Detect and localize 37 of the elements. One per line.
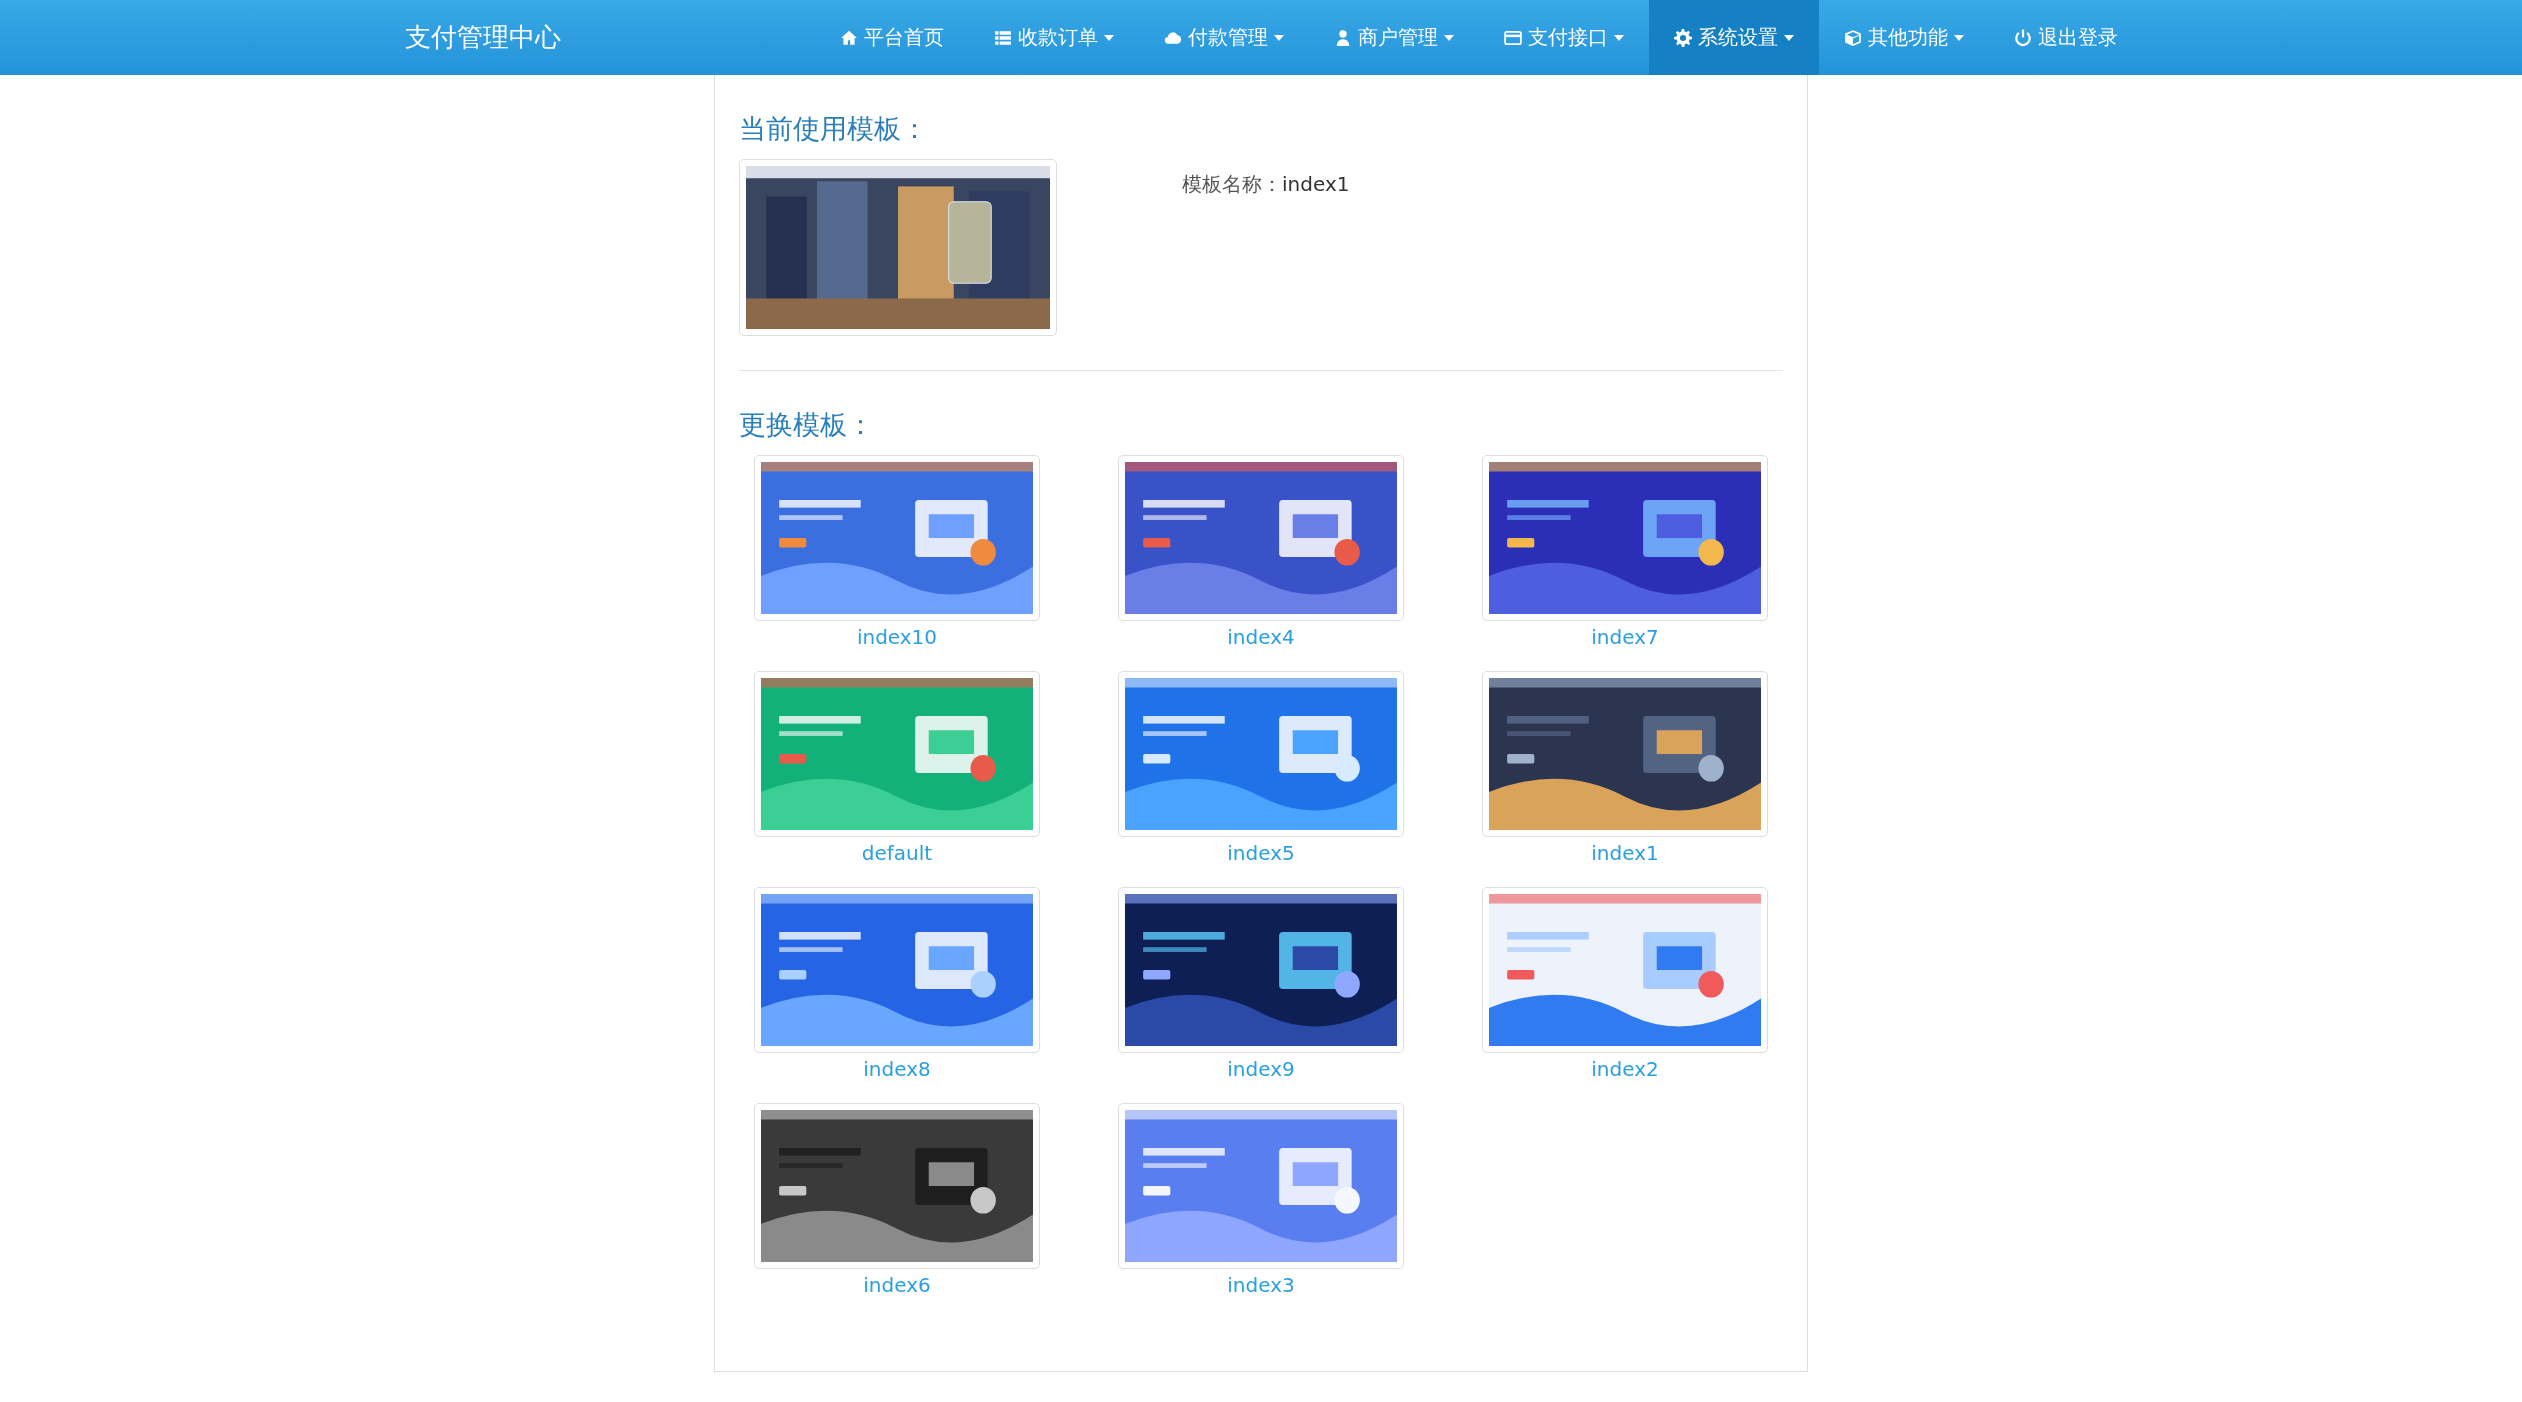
nav-menu-item[interactable]: 其他功能 — [1819, 0, 1989, 75]
template-link[interactable]: default — [861, 841, 933, 865]
template-link[interactable]: index3 — [1227, 1273, 1295, 1297]
nav-menu-item[interactable]: 支付接口 — [1479, 0, 1649, 75]
template-name-label: 模板名称： — [1182, 172, 1282, 196]
nav-menu-item[interactable]: 付款管理 — [1139, 0, 1309, 75]
list-icon — [994, 28, 1012, 47]
nav-menu-item[interactable]: 商户管理 — [1309, 0, 1479, 75]
power-icon — [2014, 28, 2032, 47]
template-link[interactable]: index6 — [863, 1273, 931, 1297]
caret-icon — [1614, 34, 1624, 41]
template-link[interactable]: index7 — [1591, 625, 1659, 649]
caret-icon — [1274, 34, 1284, 41]
template-name: index1 — [1282, 172, 1350, 196]
template-link[interactable]: index10 — [856, 625, 938, 649]
caret-icon — [1954, 34, 1964, 41]
home-icon — [840, 28, 858, 47]
nav-menu-item[interactable]: 收款订单 — [969, 0, 1139, 75]
caret-icon — [1784, 34, 1794, 41]
settings-icon — [1674, 28, 1692, 47]
brand-title: 支付管理中心 — [404, 21, 562, 54]
section-heading: 当前使用模板： — [738, 112, 929, 146]
template-link[interactable]: index8 — [863, 1057, 931, 1081]
section-heading: 更换模板： — [738, 408, 875, 442]
nav-menu-item[interactable]: 系统设置 — [1649, 0, 1819, 75]
template-link[interactable]: index5 — [1227, 841, 1295, 865]
template-link[interactable]: index4 — [1227, 625, 1295, 649]
caret-icon — [1444, 34, 1454, 41]
template-link[interactable]: index1 — [1591, 841, 1659, 865]
template-link[interactable]: index9 — [1227, 1057, 1295, 1081]
credit-card-icon — [1504, 28, 1522, 47]
caret-icon — [1104, 34, 1114, 41]
nav-menu-item[interactable]: 平台首页 — [815, 0, 969, 75]
nav-menu-item[interactable]: 退出登录 — [1989, 0, 2143, 75]
cube-icon — [1844, 28, 1862, 47]
user-icon — [1334, 28, 1352, 47]
template-link[interactable]: index2 — [1591, 1057, 1659, 1081]
